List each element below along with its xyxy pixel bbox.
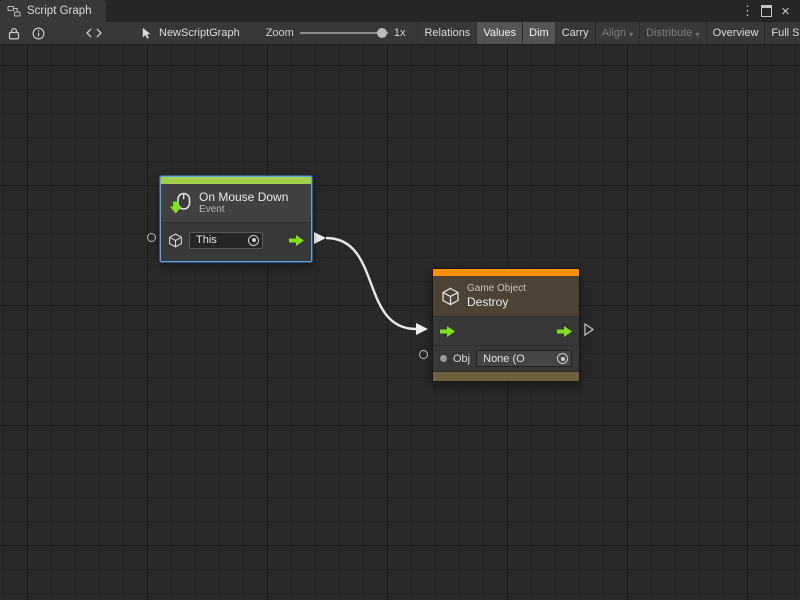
zoom-slider-handle[interactable] bbox=[377, 28, 387, 38]
pane-menu-icon[interactable]: ⋮ bbox=[738, 1, 757, 21]
zoom-slider-track bbox=[300, 32, 388, 34]
game-object-cube-icon bbox=[168, 233, 183, 248]
graph-toolbar: NewScriptGraph Zoom 1x Relations Values … bbox=[0, 22, 800, 45]
window-tab-bar: Script Graph ⋮ × bbox=[0, 0, 800, 22]
graph-name[interactable]: NewScriptGraph bbox=[140, 22, 240, 44]
maximize-icon[interactable] bbox=[757, 1, 776, 21]
zoom-value: 1x bbox=[394, 22, 406, 44]
mouse-down-icon bbox=[169, 192, 192, 215]
value-port-dot[interactable] bbox=[440, 355, 447, 362]
flow-input-port-icon[interactable] bbox=[440, 326, 455, 337]
align-button[interactable]: Align ▾ bbox=[595, 22, 639, 44]
close-icon[interactable]: × bbox=[776, 1, 795, 21]
button-label: Align bbox=[602, 27, 626, 39]
flow-output-port-icon[interactable] bbox=[557, 326, 572, 337]
target-dropdown[interactable]: This bbox=[189, 232, 263, 249]
node-category: Game Object bbox=[467, 283, 526, 295]
chevron-down-icon: ▾ bbox=[696, 30, 700, 39]
node-accent-bar bbox=[161, 177, 311, 184]
object-picker-icon[interactable] bbox=[248, 235, 259, 246]
button-label: Dim bbox=[529, 27, 549, 39]
toolbar-button-group: Relations Values Dim Carry Align ▾ Distr… bbox=[417, 22, 800, 44]
fullscreen-button[interactable]: Full Screen bbox=[764, 22, 800, 44]
button-label: Full Screen bbox=[771, 27, 800, 39]
info-icon[interactable] bbox=[26, 22, 50, 44]
tab-bar-spacer bbox=[106, 0, 738, 22]
target-dropdown-value: This bbox=[196, 234, 217, 246]
node-header[interactable]: Game Object Destroy bbox=[433, 276, 579, 316]
button-label: Carry bbox=[562, 27, 589, 39]
connection-wire[interactable] bbox=[0, 45, 800, 600]
values-button[interactable]: Values bbox=[476, 22, 522, 44]
node-header[interactable]: On Mouse Down Event bbox=[161, 184, 311, 222]
node-accent-bar bbox=[433, 269, 579, 276]
maximize-glyph bbox=[761, 5, 772, 17]
flow-continuation-port[interactable] bbox=[584, 323, 594, 336]
node-title: Destroy bbox=[467, 295, 526, 309]
flow-output-port-icon[interactable] bbox=[289, 235, 304, 246]
node-on-mouse-down[interactable]: On Mouse Down Event This bbox=[160, 176, 312, 262]
button-label: Overview bbox=[713, 27, 759, 39]
flow-port-row bbox=[433, 316, 579, 345]
target-input-port[interactable] bbox=[147, 233, 156, 242]
overview-button[interactable]: Overview bbox=[706, 22, 765, 44]
graph-name-label: NewScriptGraph bbox=[159, 27, 240, 39]
lock-icon[interactable] bbox=[2, 22, 26, 44]
obj-input-port[interactable] bbox=[419, 350, 428, 359]
button-label: Relations bbox=[424, 27, 470, 39]
window-controls: ⋮ × bbox=[738, 0, 800, 22]
carry-button[interactable]: Carry bbox=[555, 22, 595, 44]
node-destroy[interactable]: Game Object Destroy Obj None (O bbox=[432, 268, 580, 382]
pointer-icon bbox=[140, 27, 153, 40]
node-subtitle: Event bbox=[199, 204, 288, 216]
zoom-label: Zoom bbox=[266, 22, 294, 44]
button-label: Values bbox=[483, 27, 516, 39]
chevron-down-icon: ▾ bbox=[629, 30, 633, 39]
wire-target-arrow bbox=[416, 323, 428, 335]
game-object-cube-icon bbox=[441, 287, 460, 306]
button-label: Distribute bbox=[646, 27, 692, 39]
node-title: On Mouse Down bbox=[199, 190, 288, 204]
relations-button[interactable]: Relations bbox=[417, 22, 476, 44]
obj-port-label: Obj bbox=[453, 353, 470, 365]
zoom-slider[interactable] bbox=[300, 22, 388, 44]
dim-button[interactable]: Dim bbox=[522, 22, 555, 44]
obj-field-value: None (O bbox=[483, 353, 525, 365]
obj-field[interactable]: None (O bbox=[476, 350, 572, 367]
object-port-row: Obj None (O bbox=[433, 345, 579, 371]
tab-script-graph[interactable]: Script Graph bbox=[0, 0, 106, 22]
tab-title: Script Graph bbox=[27, 5, 92, 17]
script-graph-icon bbox=[7, 4, 21, 18]
node-port-row: This bbox=[161, 222, 311, 257]
code-icon[interactable] bbox=[82, 22, 106, 44]
node-footer-bar bbox=[433, 371, 579, 381]
graph-canvas[interactable]: On Mouse Down Event This bbox=[0, 45, 800, 600]
wire-source-arrow bbox=[314, 232, 326, 244]
distribute-button[interactable]: Distribute ▾ bbox=[639, 22, 705, 44]
object-picker-icon[interactable] bbox=[557, 353, 568, 364]
